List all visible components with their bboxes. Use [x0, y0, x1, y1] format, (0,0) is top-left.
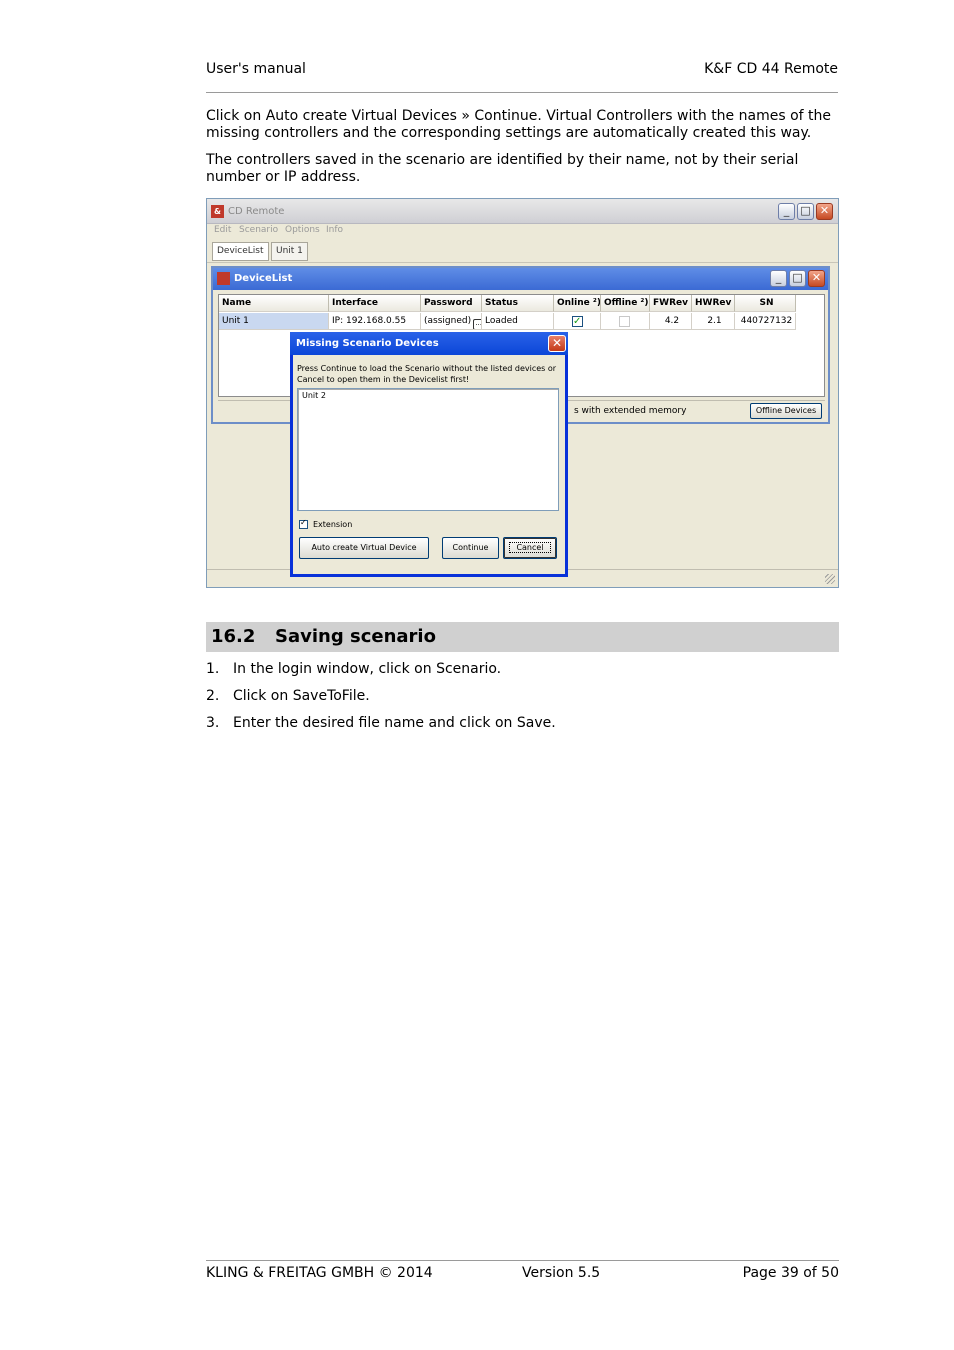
offline-devices-button[interactable]: Offline Devices: [750, 403, 822, 419]
missing-devices-list[interactable]: Unit 2: [297, 388, 559, 511]
cancel-label: Cancel: [509, 542, 551, 553]
cell-offline[interactable]: [601, 313, 650, 330]
devicelist-maximize-icon[interactable]: □: [789, 270, 806, 287]
menu-edit[interactable]: Edit: [214, 225, 231, 235]
table-row[interactable]: Unit 1 IP: 192.168.0.55 (assigned)... Lo…: [219, 313, 824, 330]
app-icon: &: [211, 205, 224, 218]
cell-sn[interactable]: 440727132: [735, 313, 796, 330]
dialog-message: Press Continue to load the Scenario with…: [297, 364, 557, 384]
close-icon[interactable]: ✕: [816, 203, 833, 220]
cell-interface[interactable]: IP: 192.168.0.55: [329, 313, 421, 330]
step-text: In the login window, click on Scenario.: [233, 661, 502, 677]
section-title: Saving scenario: [275, 626, 436, 647]
password-browse-button[interactable]: ...: [473, 319, 481, 329]
tab-devicelist[interactable]: DeviceList: [212, 242, 269, 261]
table-header-row: Name Interface Password Status Online ²)…: [219, 295, 824, 312]
footer-version: Version 5.5: [522, 1265, 601, 1281]
col-name[interactable]: Name: [219, 295, 329, 312]
page-footer: KLING & FREITAG GMBH © 2014 Version 5.5 …: [206, 1260, 839, 1284]
status-text: s with extended memory: [574, 406, 687, 416]
extension-option[interactable]: Extension: [299, 518, 353, 529]
cell-online[interactable]: [554, 313, 601, 330]
list-item[interactable]: Unit 2: [302, 391, 326, 400]
extension-label: Extension: [313, 520, 353, 529]
menu-options[interactable]: Options: [285, 225, 320, 235]
cell-password[interactable]: (assigned)...: [421, 313, 482, 330]
cancel-button[interactable]: Cancel: [503, 537, 557, 559]
online-checkbox[interactable]: [572, 314, 583, 329]
cell-hwrev[interactable]: 2.1: [692, 313, 735, 330]
section-number: 16.2: [211, 626, 256, 647]
intro-paragraph-2: The controllers saved in the scenario ar…: [206, 152, 799, 185]
col-hwrev[interactable]: HWRev: [692, 295, 735, 312]
cell-status[interactable]: Loaded: [482, 313, 554, 330]
minimize-icon[interactable]: _: [778, 203, 795, 220]
col-interface[interactable]: Interface: [329, 295, 421, 312]
footer-page-number: Page 39 of 50: [742, 1265, 839, 1281]
auto-create-virtual-device-button[interactable]: Auto create Virtual Device: [299, 537, 429, 559]
tab-bar: DeviceList Unit 1: [207, 239, 838, 263]
header-left: User's manual: [206, 61, 306, 77]
col-password[interactable]: Password: [421, 295, 482, 312]
page-header: User's manual K&F CD 44 Remote: [206, 61, 838, 93]
dialog-close-icon[interactable]: ✕: [548, 335, 566, 352]
col-online[interactable]: Online ²): [554, 295, 601, 312]
intro-paragraph-1: Click on Auto create Virtual Devices » C…: [206, 108, 831, 141]
resize-grip-icon[interactable]: [825, 574, 835, 584]
dialog-titlebar: Missing Scenario Devices ✕: [290, 332, 568, 355]
maximize-icon[interactable]: □: [797, 203, 814, 220]
devicelist-icon: [217, 272, 230, 285]
devicelist-title: DeviceList: [234, 273, 293, 284]
devicelist-minimize-icon[interactable]: _: [770, 270, 787, 287]
password-value: (assigned): [424, 316, 472, 326]
cell-fwrev[interactable]: 4.2: [650, 313, 692, 330]
missing-devices-dialog: Missing Scenario Devices ✕ Press Continu…: [290, 332, 568, 577]
devicelist-titlebar: DeviceList _ □ ✕: [213, 268, 828, 290]
section-heading: 16.2 Saving scenario: [206, 622, 839, 652]
menu-info[interactable]: Info: [326, 225, 343, 235]
extension-checkbox[interactable]: [299, 518, 308, 529]
app-titlebar: & CD Remote _ □ ✕: [207, 199, 838, 224]
dialog-title: Missing Scenario Devices: [296, 338, 439, 349]
footer-copyright: KLING & FREITAG GMBH © 2014: [206, 1265, 433, 1281]
col-sn[interactable]: SN: [735, 295, 796, 312]
step-number: 3.: [206, 715, 220, 731]
devicelist-close-icon[interactable]: ✕: [808, 270, 825, 287]
app-screenshot: & CD Remote _ □ ✕ Edit Scenario Options …: [206, 198, 839, 588]
step-number: 1.: [206, 661, 220, 677]
step-number: 2.: [206, 688, 220, 704]
col-fwrev[interactable]: FWRev: [650, 295, 692, 312]
col-status[interactable]: Status: [482, 295, 554, 312]
tab-unit-1[interactable]: Unit 1: [271, 242, 308, 261]
offline-checkbox[interactable]: [619, 316, 630, 327]
step-text: Click on SaveToFile.: [233, 688, 370, 704]
app-title: CD Remote: [228, 206, 285, 217]
step-text: Enter the desired file name and click on…: [233, 715, 556, 731]
cell-name[interactable]: Unit 1: [219, 313, 329, 330]
continue-button[interactable]: Continue: [442, 537, 499, 559]
menu-bar: Edit Scenario Options Info: [207, 224, 838, 239]
header-right: K&F CD 44 Remote: [704, 61, 838, 77]
menu-scenario[interactable]: Scenario: [239, 225, 278, 235]
col-offline[interactable]: Offline ²): [601, 295, 650, 312]
